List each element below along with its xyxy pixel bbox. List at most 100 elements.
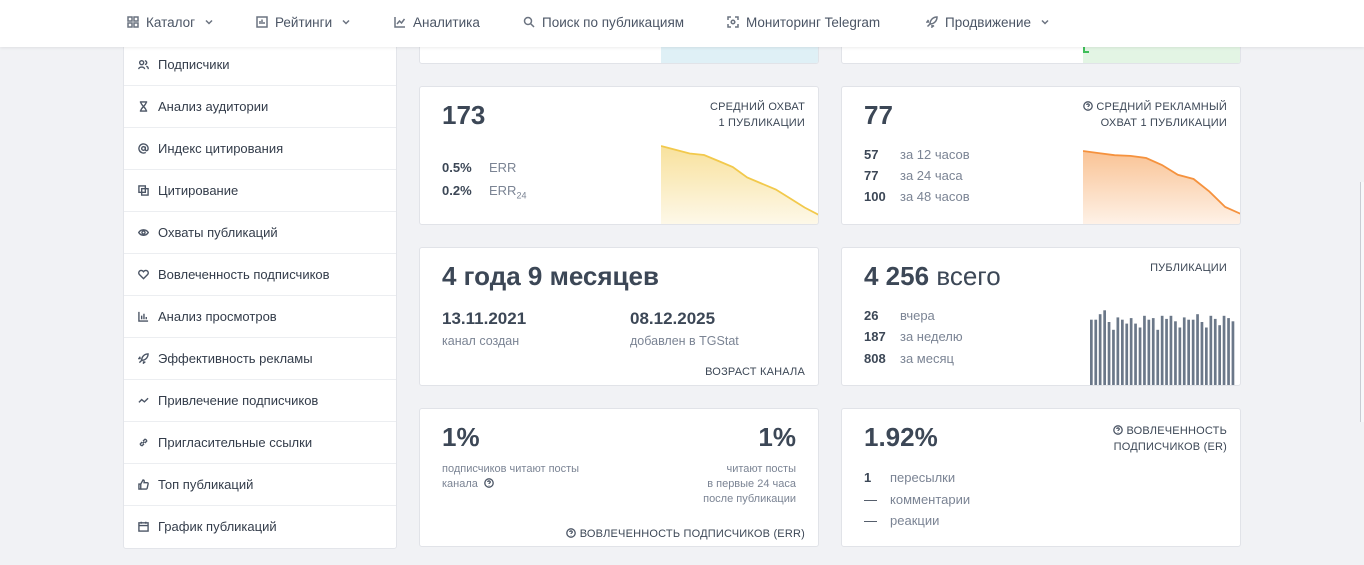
err-left-caption-line1: подписчиков читают посты — [442, 463, 580, 475]
posts-total-suffix: всего — [936, 261, 1001, 291]
sidebar-item-label: Привлечение подписчиков — [158, 393, 319, 408]
posts-bar — [1169, 315, 1173, 385]
sidebar-item-engagement[interactable]: Вовлеченность подписчиков — [124, 253, 396, 295]
err-row: 0.5% ERR — [442, 160, 516, 175]
sidebar-item-label: Анализ просмотров — [158, 309, 277, 324]
chevron-down-icon — [342, 19, 350, 25]
sidebar-item-label: Вовлеченность подписчиков — [158, 267, 330, 282]
er-row-value: 1 — [864, 470, 872, 485]
avg-reach-card: 173 СРЕДНИЙ ОХВАТ 1 ПУБЛИКАЦИИ 0.5% ERR … — [419, 86, 819, 225]
posts-bar — [1222, 315, 1226, 385]
ad-reach-row-value: 100 — [864, 189, 886, 204]
posts-bar — [1129, 318, 1133, 385]
posts-row-value: 808 — [864, 351, 886, 366]
ratings-icon — [256, 16, 268, 28]
ad-reach-label: СРЕДНИЙ РЕКЛАМНЫЙ ОХВАТ 1 ПУБЛИКАЦИИ — [1083, 99, 1227, 131]
nav-promotion-label: Продвижение — [945, 14, 1032, 30]
posts-row-week: 187 за неделю — [864, 329, 963, 344]
posts-card: 4 256 всего ПУБЛИКАЦИИ 26 вчера 187 за н… — [841, 247, 1241, 386]
er-label: ВОВЛЕЧЕННОСТЬ ПОДПИСЧИКОВ (ER) — [1113, 423, 1227, 455]
help-icon[interactable] — [566, 528, 577, 538]
channel-age-label: ВОЗРАСТ КАНАЛА — [705, 366, 805, 378]
added-date: 08.12.2025 — [630, 309, 716, 328]
err24-label: ERR24 — [489, 183, 526, 201]
posts-bar — [1103, 310, 1106, 385]
posts-bar — [1165, 318, 1168, 385]
sidebar-item-ad-efficiency[interactable]: Эффективность рекламы — [124, 337, 396, 379]
ad-reach-row-value: 57 — [864, 147, 879, 162]
posts-bar — [1125, 323, 1129, 385]
sidebar-item-post-reach[interactable]: Охваты публикаций — [124, 211, 396, 253]
created-date: 13.11.2021 — [442, 309, 527, 328]
posts-bar — [1147, 319, 1151, 385]
posts-bar — [1116, 317, 1120, 385]
channel-age-value: 4 года 9 месяцев — [442, 261, 659, 291]
line-chart-icon — [394, 17, 406, 28]
avg-reach-sparkline — [661, 145, 818, 224]
er-row-comments: — комментарии — [864, 492, 970, 507]
er-label-line1-text: ВОВЛЕЧЕННОСТЬ — [1126, 425, 1227, 437]
er-card: 1.92% ВОВЛЕЧЕННОСТЬ ПОДПИСЧИКОВ (ER) 1 п… — [841, 408, 1241, 547]
sidebar-item-label: Подписчики — [158, 56, 230, 72]
posts-row-label: за месяц — [900, 351, 954, 366]
posts-bar — [1160, 315, 1164, 385]
avg-reach-label: СРЕДНИЙ ОХВАТ 1 ПУБЛИКАЦИИ — [710, 99, 805, 131]
nav-ratings[interactable]: Рейтинги — [256, 14, 351, 30]
err-label: ВОВЛЕЧЕННОСТЬ ПОДПИСЧИКОВ (ERR) — [566, 526, 805, 542]
posts-bar — [1209, 315, 1213, 385]
sidebar-item-subscriber-acquisition[interactable]: Привлечение подписчиков — [124, 379, 396, 421]
sidebar-item-citations[interactable]: Цитирование — [124, 169, 396, 211]
ad-reach-label-line1-text: СРЕДНИЙ РЕКЛАМНЫЙ — [1096, 101, 1227, 113]
posts-bar — [1112, 329, 1115, 385]
ad-reach-row-value: 77 — [864, 168, 879, 183]
sidebar-item-label: Топ публикаций — [158, 477, 254, 492]
thumbs-up-icon — [138, 479, 149, 490]
nav-catalog-label: Каталог — [146, 14, 196, 30]
err-right-value: 1% — [758, 422, 796, 452]
posts-label: ПУБЛИКАЦИИ — [1150, 262, 1227, 274]
posts-bar — [1094, 319, 1098, 385]
posts-row-label: за неделю — [900, 329, 963, 344]
sidebar-item-label: Охваты публикаций — [158, 225, 278, 240]
err-right-caption: читают посты в первые 24 часа после публ… — [703, 462, 796, 507]
help-icon[interactable] — [484, 478, 494, 488]
sidebar-item-citation-index[interactable]: Индекс цитирования — [124, 127, 396, 169]
copy-icon — [138, 185, 149, 196]
err24-row: 0.2% ERR24 — [442, 183, 526, 201]
rocket-icon — [926, 16, 938, 28]
ad-reach-row-label: за 24 часа — [900, 168, 963, 183]
sidebar-item-label: График публикаций — [158, 519, 277, 534]
bar-chart-icon — [138, 311, 149, 322]
sidebar-item-invite-links[interactable]: Пригласительные ссылки — [124, 421, 396, 463]
heart-icon — [138, 269, 149, 280]
nav-analytics[interactable]: Аналитика — [394, 14, 480, 30]
nav-search[interactable]: Поиск по публикациям — [523, 14, 684, 30]
sidebar-item-top-posts[interactable]: Топ публикаций — [124, 463, 396, 505]
help-icon[interactable] — [1083, 101, 1093, 111]
sidebar-item-subscribers[interactable]: Подписчики — [124, 43, 396, 85]
page-scrollbar[interactable] — [1360, 182, 1364, 422]
posts-bar — [1174, 321, 1177, 385]
nav-promotion[interactable]: Продвижение — [926, 14, 1050, 30]
chevron-down-icon — [205, 19, 213, 25]
sidebar-item-audience[interactable]: Анализ аудитории — [124, 85, 396, 127]
sidebar-item-label: Эффективность рекламы — [158, 351, 313, 366]
sidebar-item-views-analysis[interactable]: Анализ просмотров — [124, 295, 396, 337]
ad-reach-row-48h: 100 за 48 часов — [864, 189, 970, 204]
nav-catalog[interactable]: Каталог — [127, 14, 214, 30]
posts-bar — [1134, 323, 1137, 385]
posts-row-value: 187 — [864, 329, 886, 344]
ad-reach-sparkline — [1083, 150, 1240, 224]
err24-value: 0.2% — [442, 183, 472, 198]
ad-reach-label-line1: СРЕДНИЙ РЕКЛАМНЫЙ — [1083, 99, 1227, 115]
err-value: 0.5% — [442, 160, 472, 175]
posts-total: 4 256 всего — [864, 261, 1001, 292]
help-icon[interactable] — [1113, 425, 1124, 435]
chevron-down-icon — [1041, 19, 1049, 25]
nav-monitoring[interactable]: Мониторинг Telegram — [727, 14, 880, 30]
err-left-caption: подписчиков читают посты канала — [442, 462, 579, 492]
sidebar-item-post-schedule[interactable]: График публикаций — [124, 505, 396, 547]
posts-bar — [1090, 319, 1093, 385]
nav-monitoring-label: Мониторинг Telegram — [746, 14, 881, 30]
sidebar-item-label: Пригласительные ссылки — [158, 435, 313, 450]
